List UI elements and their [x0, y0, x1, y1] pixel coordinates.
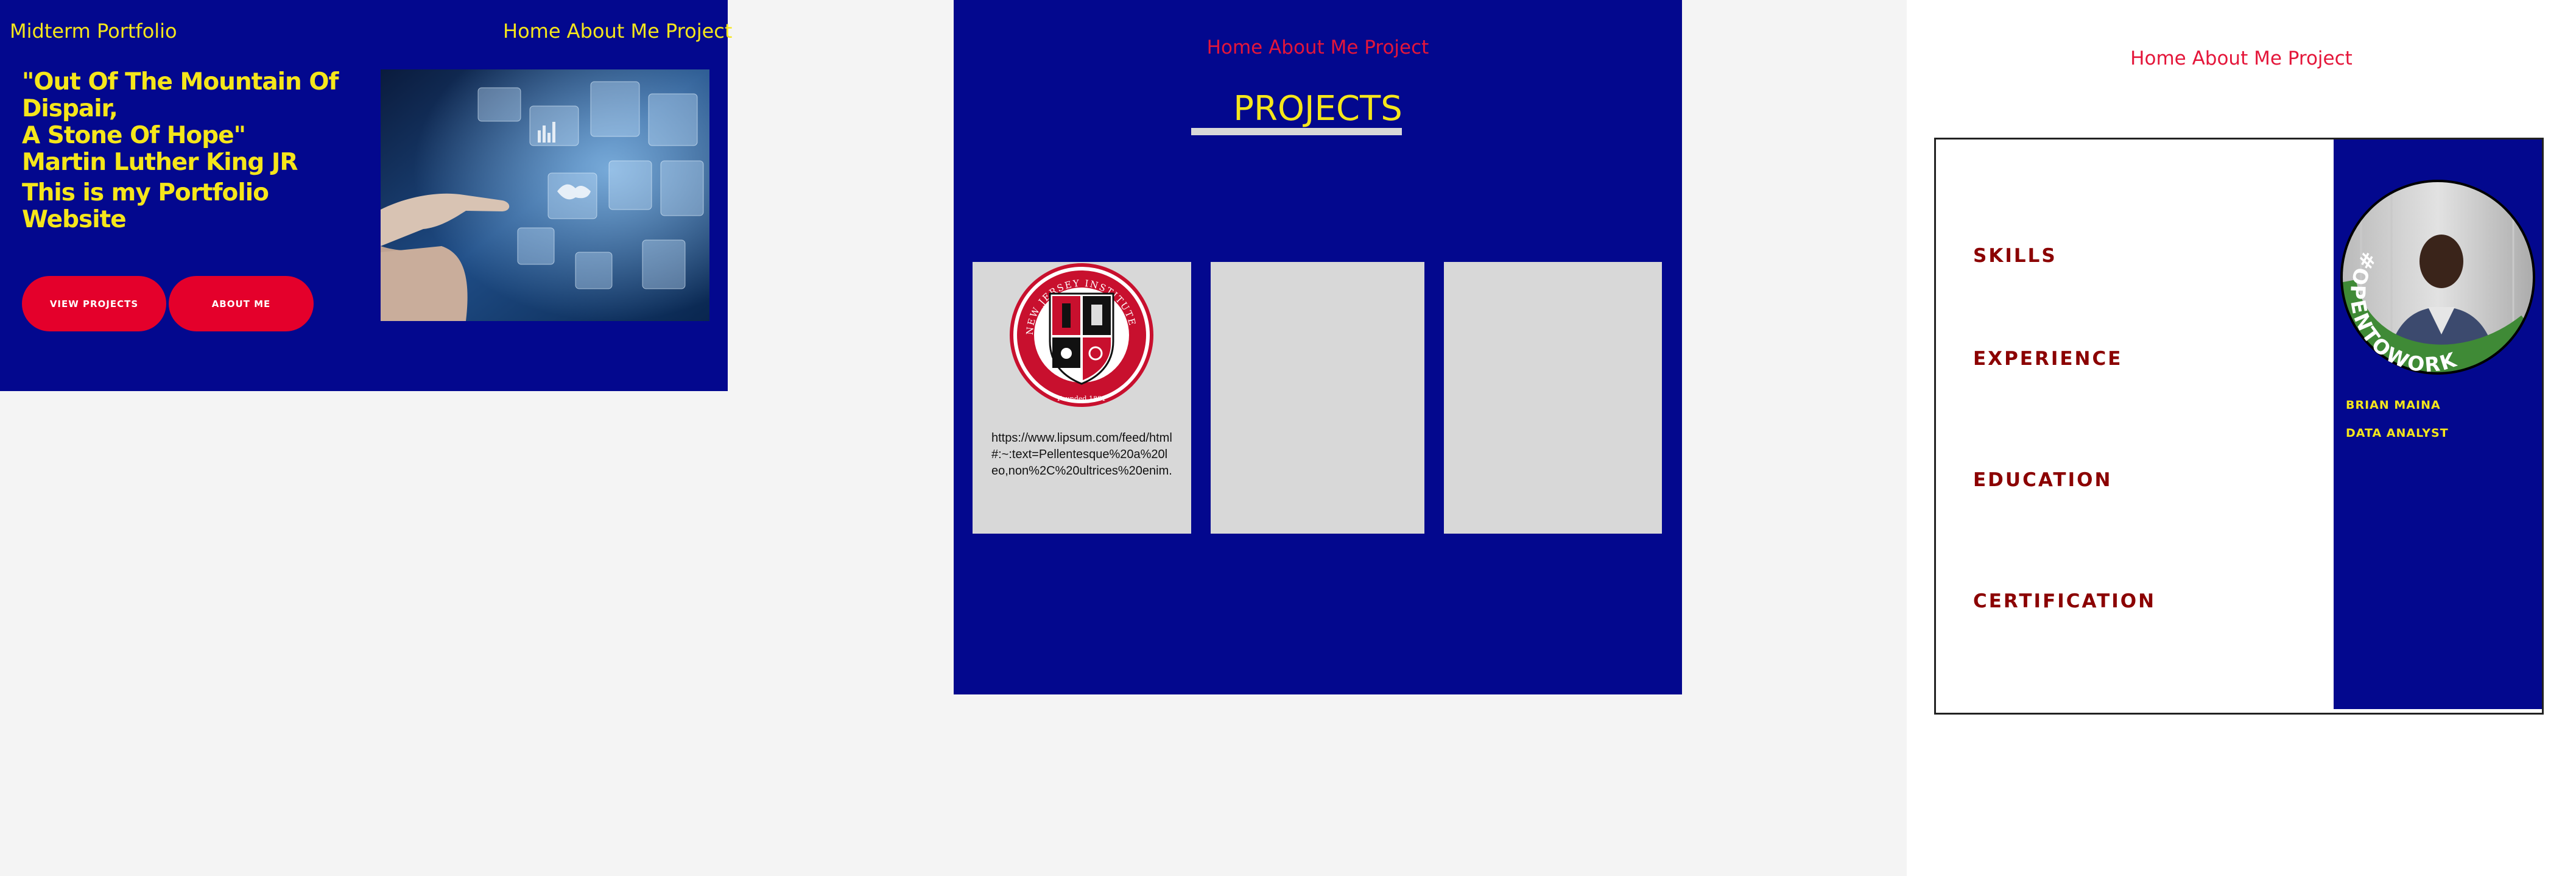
title-underline	[1191, 128, 1402, 135]
quote-line-4: This is my Portfolio Website	[22, 179, 269, 233]
profile-avatar: #OPENTOWORK	[2340, 180, 2535, 377]
top-nav[interactable]: Home About Me Project	[1907, 48, 2576, 69]
project-card-url[interactable]: https://www.lipsum.com/feed/html#:~:text…	[991, 430, 1174, 479]
hero-digital-touch-image	[381, 69, 709, 321]
site-brand[interactable]: Midterm Portfolio	[10, 19, 177, 43]
project-card[interactable]	[1444, 262, 1662, 534]
view-projects-button[interactable]: VIEW PROJECTS	[22, 276, 166, 331]
njit-seal-logo: NEW JERSEY INSTITUTE OF TECHNOLOGY Found…	[1008, 262, 1153, 407]
skills-link[interactable]: SKILLS	[1973, 245, 2057, 267]
page-title: PROJECTS	[1233, 89, 1402, 129]
project-card[interactable]: NEW JERSEY INSTITUTE OF TECHNOLOGY Found…	[973, 262, 1191, 534]
about-page-panel: Home About Me Project SKILLS EXPERIENCE …	[1907, 0, 2576, 876]
quote-line-2: A Stone Of Hope"	[22, 122, 246, 149]
home-page-panel: Midterm Portfolio Home About Me Project …	[0, 0, 732, 391]
quote-line-1: "Out Of The Mountain Of Dispair,	[22, 68, 339, 122]
project-card[interactable]	[1211, 262, 1424, 534]
certification-link[interactable]: CERTIFICATION	[1973, 590, 2156, 612]
top-nav[interactable]: Home About Me Project	[954, 37, 1682, 58]
quote-line-3: Martin Luther King JR	[22, 149, 298, 176]
experience-link[interactable]: EXPERIENCE	[1973, 348, 2122, 370]
top-nav[interactable]: Home About Me Project	[503, 19, 732, 43]
profile-sidebar: #OPENTOWORK BRIAN MAINA DATA ANALYST	[2334, 140, 2542, 709]
about-card: SKILLS EXPERIENCE EDUCATION CERTIFICATIO…	[1934, 138, 2544, 715]
hero-quote: "Out Of The Mountain Of Dispair, A Stone…	[22, 69, 351, 233]
profile-name: BRIAN MAINA	[2346, 398, 2441, 412]
projects-page-panel: Home About Me Project PROJECTS NEW JERSE…	[954, 0, 1682, 694]
hero-image	[381, 69, 709, 321]
about-me-button[interactable]: ABOUT ME	[169, 276, 314, 331]
education-link[interactable]: EDUCATION	[1973, 469, 2112, 491]
svg-text:Founded 1881: Founded 1881	[1057, 395, 1106, 403]
profile-role: DATA ANALYST	[2346, 426, 2449, 440]
